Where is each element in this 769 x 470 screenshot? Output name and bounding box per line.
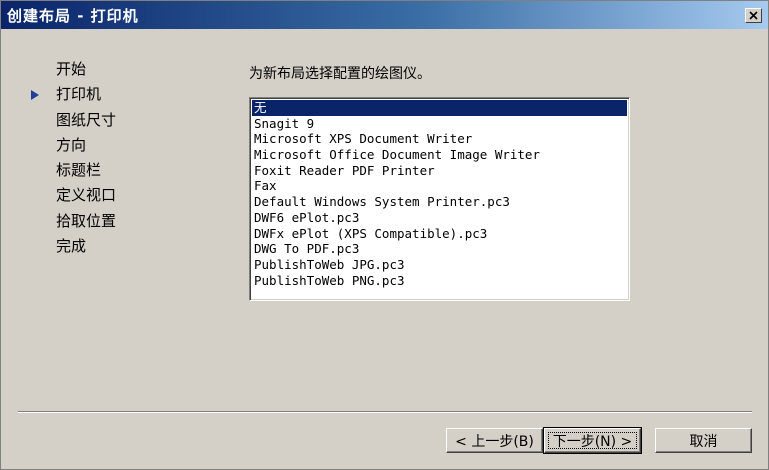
plotter-list-item[interactable]: Snagit 9 [252, 116, 627, 132]
plotter-list-item[interactable]: DWFx ePlot (XPS Compatible).pc3 [252, 226, 627, 242]
back-button[interactable]: < 上一步(B) [446, 428, 543, 453]
wizard-step: 拾取位置 [56, 209, 206, 234]
title-bar[interactable]: 创建布局 - 打印机 [1, 1, 768, 29]
next-button[interactable]: 下一步(N) > [543, 427, 642, 454]
wizard-step-label: 图纸尺寸 [56, 110, 117, 129]
wizard-step-label: 打印机 [56, 85, 102, 104]
plotter-list-item[interactable]: PublishToWeb PNG.pc3 [252, 273, 627, 289]
plotter-list-item[interactable]: Microsoft Office Document Image Writer [252, 147, 627, 163]
current-step-arrow-icon [30, 82, 44, 107]
plotter-list-item[interactable]: Microsoft XPS Document Writer [252, 131, 627, 147]
window-title: 创建布局 - 打印机 [7, 7, 139, 25]
plotter-list-item[interactable]: DWF6 ePlot.pc3 [252, 210, 627, 226]
plotter-list-item[interactable]: Default Windows System Printer.pc3 [252, 194, 627, 210]
wizard-step-label: 开始 [56, 60, 87, 78]
wizard-step-label: 定义视口 [56, 186, 117, 205]
wizard-step-label: 标题栏 [56, 161, 102, 180]
plotter-list-item[interactable]: PublishToWeb JPG.pc3 [252, 257, 627, 273]
wizard-step: 打印机 [31, 82, 206, 107]
wizard-steps: 开始打印机图纸尺寸方向标题栏定义视口拾取位置完成 [31, 57, 206, 259]
wizard-step-label: 方向 [56, 135, 87, 154]
wizard-step-label: 拾取位置 [56, 211, 117, 230]
next-button-label: 下一步(N) > [552, 433, 633, 450]
cancel-button[interactable]: 取消 [655, 428, 752, 453]
divider [18, 411, 752, 413]
plotter-list-item[interactable]: Fax [252, 178, 627, 194]
wizard-step: 定义视口 [56, 183, 206, 208]
wizard-step: 图纸尺寸 [56, 108, 206, 133]
wizard-step: 方向 [56, 133, 206, 158]
plotter-list-item[interactable]: DWG To PDF.pc3 [252, 241, 627, 257]
wizard-step: 开始 [56, 57, 206, 82]
plotter-list-item[interactable]: 无 [252, 100, 627, 116]
wizard-step: 完成 [56, 234, 206, 259]
wizard-step: 标题栏 [56, 158, 206, 183]
close-button[interactable] [745, 8, 762, 23]
wizard-step-label: 完成 [56, 237, 87, 256]
close-icon [749, 11, 758, 20]
plotter-list: 无 Snagit 9 Microsoft XPS Document Writer Mi… [252, 100, 627, 288]
create-layout-dialog: 创建布局 - 打印机 开始打印机图纸尺寸方向标题栏定义视口拾取位置完成 为新布局… [0, 0, 769, 470]
plotter-listbox[interactable]: 无 Snagit 9 Microsoft XPS Document Writer Mi… [249, 97, 630, 301]
prompt-text: 为新布局选择配置的绘图仪。 [249, 66, 431, 82]
plotter-list-item[interactable]: Foxit Reader PDF Printer [252, 163, 627, 179]
